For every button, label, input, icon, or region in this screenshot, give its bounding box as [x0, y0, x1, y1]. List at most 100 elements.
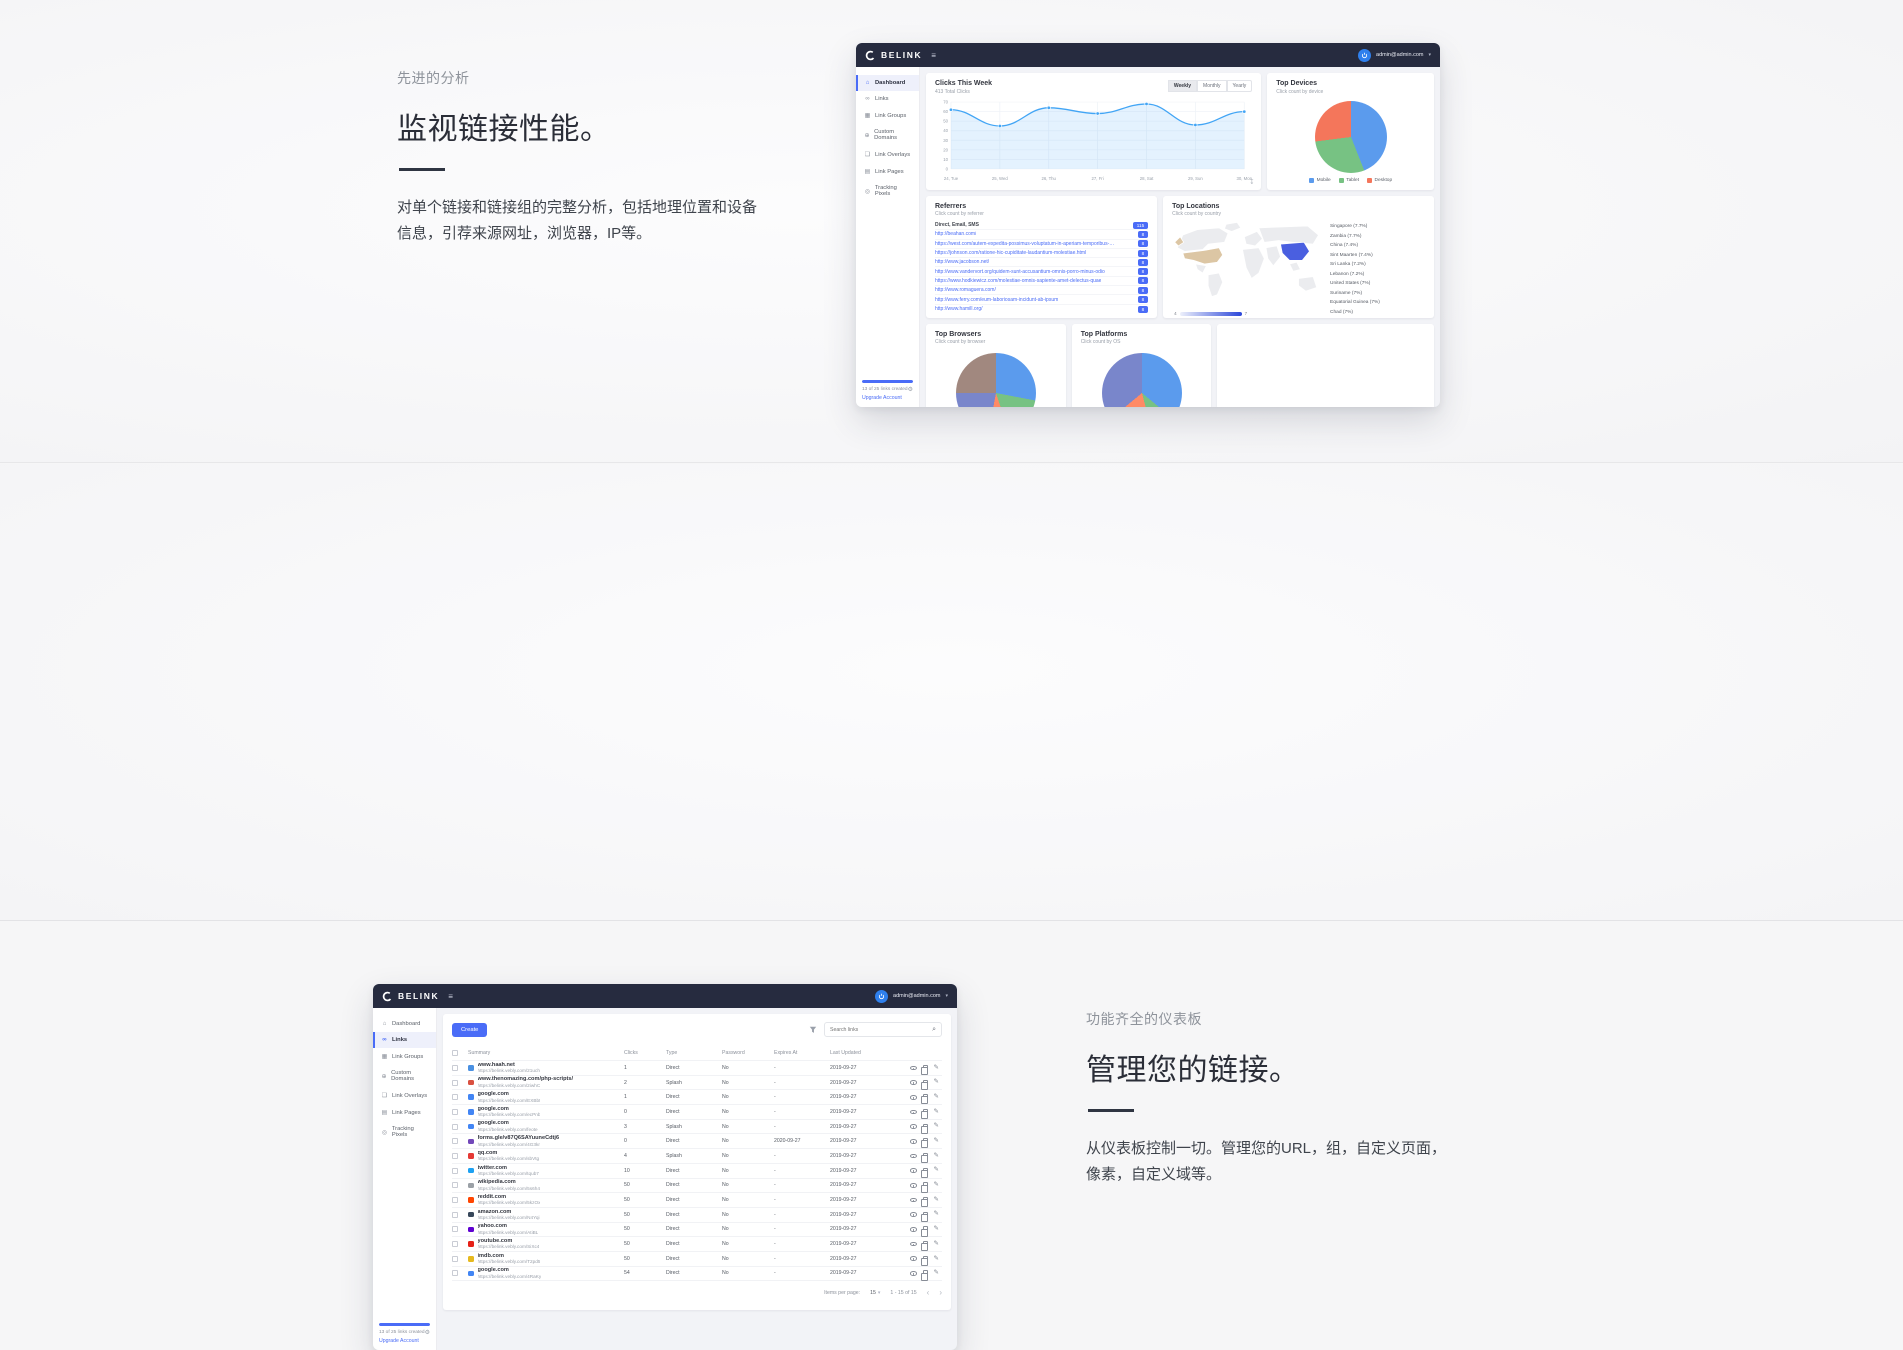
copy-link-icon[interactable]	[923, 1212, 928, 1218]
row-checkbox[interactable]	[452, 1080, 458, 1086]
edit-pencil-icon[interactable]: ✎	[934, 1256, 939, 1263]
view-stats-icon[interactable]	[910, 1242, 917, 1247]
row-checkbox[interactable]	[452, 1212, 458, 1218]
short-link-url[interactable]: https://belink.vebly.com/4RaKy	[478, 1274, 542, 1280]
referrer-url[interactable]: http://www.romaguera.com/	[935, 287, 996, 293]
short-link-url[interactable]: https://belink.vebly.com/tqub7	[478, 1171, 539, 1177]
view-stats-icon[interactable]	[910, 1066, 917, 1071]
row-checkbox[interactable]	[452, 1182, 458, 1188]
edit-pencil-icon[interactable]: ✎	[934, 1109, 939, 1116]
sidebar-item[interactable]: ◎ Tracking Pixels	[856, 180, 919, 202]
short-link-url[interactable]: https://belink.vebly.com/5s6h4	[478, 1186, 540, 1192]
user-email[interactable]: admin@admin.com	[1376, 52, 1423, 58]
edit-pencil-icon[interactable]: ✎	[934, 1197, 939, 1204]
row-checkbox[interactable]	[452, 1138, 458, 1144]
row-checkbox[interactable]	[452, 1197, 458, 1203]
copy-link-icon[interactable]	[923, 1153, 928, 1159]
view-stats-icon[interactable]	[910, 1154, 917, 1159]
short-link-url[interactable]: https://belink.vebly.com/sbVtg	[478, 1156, 540, 1162]
sidebar-item[interactable]: ∞ Links	[373, 1032, 436, 1048]
copy-link-icon[interactable]	[923, 1168, 928, 1174]
copy-link-icon[interactable]	[923, 1065, 928, 1071]
view-stats-icon[interactable]	[910, 1139, 917, 1144]
range-button[interactable]: Monthly	[1197, 80, 1227, 92]
edit-pencil-icon[interactable]: ✎	[934, 1079, 939, 1086]
copy-link-icon[interactable]	[923, 1109, 928, 1115]
link-name[interactable]: forms.gle/v87Q6SAYuuneCdtj6	[478, 1135, 560, 1142]
copy-link-icon[interactable]	[923, 1256, 928, 1262]
short-link-url[interactable]: https://belink.vebly.com/SiXc4	[478, 1244, 540, 1250]
view-stats-icon[interactable]	[910, 1095, 917, 1100]
view-stats-icon[interactable]	[910, 1183, 917, 1188]
row-checkbox[interactable]	[452, 1065, 458, 1071]
create-button[interactable]: Create	[452, 1023, 487, 1037]
user-avatar[interactable]	[1358, 49, 1371, 62]
view-stats-icon[interactable]	[910, 1124, 917, 1129]
referrer-url[interactable]: https://west.com/autem-expedita-possimus…	[935, 241, 1115, 247]
referrer-url[interactable]: http://www.jacobson.net/	[935, 259, 989, 265]
sidebar-item[interactable]: ▤ Link Pages	[856, 163, 919, 180]
short-link-url[interactable]: https://belink.vebly.com/2iwhC	[478, 1083, 574, 1089]
row-checkbox[interactable]	[452, 1094, 458, 1100]
short-link-url[interactable]: https://belink.vebly.com/4G3kr	[478, 1142, 560, 1148]
filter-icon[interactable]	[809, 1026, 817, 1034]
sidebar-item[interactable]: ⌂ Dashboard	[373, 1016, 436, 1032]
copy-link-icon[interactable]	[923, 1270, 928, 1276]
short-link-url[interactable]: https://belink.vebly.com/N4Yqi	[478, 1215, 540, 1221]
search-icon[interactable]: ⌕	[932, 1026, 936, 1034]
referrer-url[interactable]: Direct, Email, SMS	[935, 222, 979, 228]
row-checkbox[interactable]	[452, 1153, 458, 1159]
sidebar-item[interactable]: ⊕ Custom Domains	[856, 124, 919, 146]
copy-link-icon[interactable]	[923, 1182, 928, 1188]
short-link-url[interactable]: https://belink.vebly.com/T2pd5	[478, 1259, 541, 1265]
upgrade-account-link[interactable]: Upgrade Account	[379, 1338, 430, 1344]
referrer-url[interactable]: http://beahan.com/	[935, 231, 976, 237]
referrer-url[interactable]: https://www.hodkiewicz.com/molestiae-omn…	[935, 278, 1101, 284]
sidebar-item[interactable]: ∞ Links	[856, 91, 919, 107]
edit-pencil-icon[interactable]: ✎	[934, 1138, 939, 1145]
copy-link-icon[interactable]	[923, 1094, 928, 1100]
view-stats-icon[interactable]	[910, 1256, 917, 1261]
sidebar-item[interactable]: ▦ Link Groups	[373, 1048, 436, 1065]
copy-link-icon[interactable]	[923, 1124, 928, 1130]
short-link-url[interactable]: https://belink.vebly.com/21uch	[478, 1068, 540, 1074]
short-link-url[interactable]: https://belink.vebly.com/5kzOx	[478, 1200, 541, 1206]
view-stats-icon[interactable]	[910, 1110, 917, 1115]
copy-link-icon[interactable]	[923, 1197, 928, 1203]
referrer-url[interactable]: http://www.vandervort.org/quidem-sunt-ac…	[935, 269, 1105, 275]
edit-pencil-icon[interactable]: ✎	[934, 1094, 939, 1101]
view-stats-icon[interactable]	[910, 1080, 917, 1085]
copy-link-icon[interactable]	[923, 1138, 928, 1144]
select-all-checkbox[interactable]	[452, 1050, 458, 1056]
row-checkbox[interactable]	[452, 1270, 458, 1276]
edit-pencil-icon[interactable]: ✎	[934, 1123, 939, 1130]
menu-icon[interactable]: ≡	[448, 992, 453, 1001]
prev-page-icon[interactable]: ‹	[927, 1289, 930, 1297]
view-stats-icon[interactable]	[910, 1212, 917, 1217]
edit-pencil-icon[interactable]: ✎	[934, 1153, 939, 1160]
range-button[interactable]: Weekly	[1168, 80, 1197, 92]
sidebar-item[interactable]: ▦ Link Groups	[856, 107, 919, 124]
row-checkbox[interactable]	[452, 1109, 458, 1115]
copy-link-icon[interactable]	[923, 1226, 928, 1232]
row-checkbox[interactable]	[452, 1168, 458, 1174]
copy-link-icon[interactable]	[923, 1241, 928, 1247]
edit-pencil-icon[interactable]: ✎	[934, 1270, 939, 1277]
row-checkbox[interactable]	[452, 1124, 458, 1130]
edit-pencil-icon[interactable]: ✎	[934, 1241, 939, 1248]
sidebar-item[interactable]: ❏ Link Overlays	[373, 1087, 436, 1104]
upgrade-account-link[interactable]: Upgrade Account	[862, 395, 913, 401]
user-avatar[interactable]	[875, 990, 888, 1003]
copy-link-icon[interactable]	[923, 1080, 928, 1086]
row-checkbox[interactable]	[452, 1241, 458, 1247]
edit-pencil-icon[interactable]: ✎	[934, 1065, 939, 1072]
referrer-url[interactable]: http://www.ferry.com/eum-laboriosam-inci…	[935, 297, 1058, 303]
per-page-select[interactable]: 15 ▾	[870, 1290, 880, 1296]
sidebar-item[interactable]: ◎ Tracking Pixels	[373, 1121, 436, 1143]
view-stats-icon[interactable]	[910, 1168, 917, 1173]
referrer-url[interactable]: https://johnson.com/ratione-hic-cupidita…	[935, 250, 1086, 256]
sidebar-item[interactable]: ⌂ Dashboard	[856, 75, 919, 91]
sidebar-item[interactable]: ▤ Link Pages	[373, 1104, 436, 1121]
edit-pencil-icon[interactable]: ✎	[934, 1167, 939, 1174]
referrer-url[interactable]: http://www.hamill.org/	[935, 306, 983, 312]
